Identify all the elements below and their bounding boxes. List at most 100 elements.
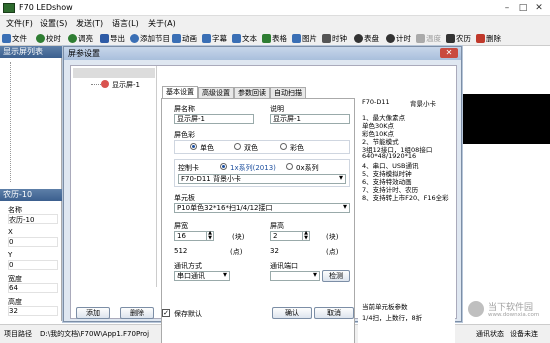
comm-mode-select[interactable]: 串口通讯 bbox=[174, 271, 230, 281]
toolbar-picture-button[interactable]: 图片 bbox=[292, 32, 317, 44]
toolbar-file-button[interactable]: 文件 bbox=[2, 32, 27, 44]
description-input[interactable]: 显示屏-1 bbox=[270, 114, 350, 124]
title-bar: F70 LEDshow – □ ✕ bbox=[0, 0, 550, 16]
save-default-label: 保存默认 bbox=[174, 310, 202, 318]
screen-name-label: 屏名称 bbox=[174, 105, 195, 113]
width-unit: (块) bbox=[232, 233, 245, 241]
color-dual-label: 双色 bbox=[244, 144, 258, 152]
add-program-icon bbox=[130, 33, 139, 43]
watermark-logo-icon bbox=[468, 301, 484, 317]
series-0x-label: 0x系列 bbox=[296, 164, 319, 172]
color-full-label: 彩色 bbox=[290, 144, 304, 152]
prop-y-field[interactable]: 0 bbox=[8, 260, 58, 270]
tab-param-readback[interactable]: 参数回读 bbox=[234, 87, 270, 98]
toolbar-dial-button[interactable]: 表盘 bbox=[354, 32, 379, 44]
width-spinner[interactable]: ▲ ▼ bbox=[206, 231, 213, 241]
picture-icon bbox=[292, 33, 301, 43]
device-status: 设备未连 bbox=[510, 330, 538, 338]
close-window-button[interactable]: ✕ bbox=[532, 2, 546, 14]
clock-icon bbox=[322, 33, 331, 43]
series-0x-radio[interactable] bbox=[286, 163, 293, 170]
screen-list-panel: 显示屏列表 bbox=[0, 46, 62, 189]
app-title: F70 LEDshow bbox=[19, 3, 73, 12]
menu-settings[interactable]: 设置(S) bbox=[40, 18, 67, 29]
toolbar-temperature-button[interactable]: 温度 bbox=[416, 32, 441, 44]
save-default-checkbox[interactable]: ✓ bbox=[162, 309, 170, 317]
unit-board-select[interactable]: P10单色32*16*扫1/4/12接口 bbox=[174, 203, 350, 213]
add-screen-button[interactable]: 添加 bbox=[76, 307, 110, 319]
toolbar-add-program-button[interactable]: 添加节目 bbox=[130, 32, 170, 44]
toolbar-delete-button[interactable]: 删除 bbox=[476, 32, 501, 44]
toolbar-export-button[interactable]: 导出 bbox=[100, 32, 125, 44]
toolbar-table-button[interactable]: 表格 bbox=[262, 32, 287, 44]
toolbar-animation-button[interactable]: 动画 bbox=[172, 32, 197, 44]
desc-model: F70-D11 bbox=[362, 98, 390, 106]
text-icon bbox=[232, 33, 241, 43]
timer-icon bbox=[386, 33, 395, 43]
unit-params-value: 1/4扫，上数行，8折 bbox=[362, 314, 423, 322]
toolbar-timer-button[interactable]: 计时 bbox=[386, 32, 411, 44]
screen-params-dialog: 屏参设置 ✕ 显示屏-1 基本设置 高级设置 参数回读 自动扫描 屏名称 显示屏… bbox=[63, 46, 462, 343]
menu-bar: 文件(F) 设置(S) 发送(T) 语言(L) 关于(A) bbox=[0, 16, 550, 30]
screen-name-input[interactable]: 显示屏-1 bbox=[174, 114, 254, 124]
project-path: D:\我的文档\F70W\App1.F70Proj bbox=[40, 330, 150, 338]
toolbar-subtitle-button[interactable]: 字幕 bbox=[202, 32, 227, 44]
menu-language[interactable]: 语言(L) bbox=[112, 18, 139, 29]
maximize-button[interactable]: □ bbox=[516, 2, 530, 14]
tab-basic-settings[interactable]: 基本设置 bbox=[162, 86, 198, 98]
properties-panel: 名称 农历-10 X 0 Y 0 宽度 64 高度 32 bbox=[0, 201, 62, 321]
delete-screen-button[interactable]: 删除 bbox=[120, 307, 154, 319]
properties-title: 农历-10 bbox=[0, 189, 62, 201]
series-1x-radio[interactable] bbox=[220, 163, 227, 170]
color-dual-radio[interactable] bbox=[234, 143, 241, 150]
unit-params-label: 当前单元板参数 bbox=[362, 303, 408, 311]
tab-advanced-settings[interactable]: 高级设置 bbox=[198, 87, 234, 98]
ok-button[interactable]: 确认 bbox=[272, 307, 312, 319]
screen-icon bbox=[101, 80, 109, 88]
comm-status-label: 通讯状态 bbox=[476, 330, 504, 338]
height-pixel-unit: (点) bbox=[326, 248, 339, 256]
tab-auto-scan[interactable]: 自动扫描 bbox=[270, 87, 306, 98]
menu-send[interactable]: 发送(T) bbox=[76, 18, 103, 29]
project-path-label: 项目路径 bbox=[4, 330, 32, 338]
height-spinner[interactable]: ▲ ▼ bbox=[302, 231, 309, 241]
detect-button[interactable]: 检测 bbox=[322, 270, 350, 282]
toolbar-clock-button[interactable]: 时钟 bbox=[322, 32, 347, 44]
tree-item-screen-1[interactable]: 显示屏-1 bbox=[112, 80, 140, 90]
prop-name-field[interactable]: 农历-10 bbox=[8, 214, 58, 224]
toolbar: 文件 校时 调亮 导出 添加节目 动画 字幕 文本 表格 图片 时钟 表盘 计时… bbox=[0, 30, 550, 46]
menu-about[interactable]: 关于(A) bbox=[148, 18, 176, 29]
width-pixel-unit: (点) bbox=[230, 248, 243, 256]
prop-x-field[interactable]: 0 bbox=[8, 237, 58, 247]
clock-sync-icon bbox=[36, 33, 45, 43]
led-preview bbox=[455, 94, 550, 144]
color-full-radio[interactable] bbox=[280, 143, 287, 150]
delete-icon bbox=[476, 33, 485, 43]
toolbar-text-button[interactable]: 文本 bbox=[232, 32, 257, 44]
cancel-button[interactable]: 取消 bbox=[314, 307, 354, 319]
dialog-close-button[interactable]: ✕ bbox=[440, 48, 458, 58]
comm-port-select[interactable] bbox=[270, 271, 320, 281]
unit-board-label: 单元板 bbox=[174, 194, 195, 202]
width-pixels: 512 bbox=[174, 247, 188, 255]
minimize-button[interactable]: – bbox=[500, 2, 514, 14]
toolbar-brightness-button[interactable]: 调亮 bbox=[68, 32, 93, 44]
prop-height-field[interactable]: 32 bbox=[8, 306, 58, 316]
toolbar-lunar-button[interactable]: 农历 bbox=[446, 32, 471, 44]
series-1x-label: 1x系列(2013) bbox=[230, 164, 276, 172]
brightness-icon bbox=[68, 33, 77, 43]
controller-select[interactable]: F70-D11 背景小卡 bbox=[178, 174, 346, 184]
description-label: 说明 bbox=[270, 105, 284, 113]
comm-port-label: 通讯端口 bbox=[270, 262, 298, 270]
height-pixels: 32 bbox=[270, 247, 279, 255]
screen-tree[interactable] bbox=[10, 62, 54, 182]
toolbar-sync-time-button[interactable]: 校时 bbox=[36, 32, 61, 44]
temperature-icon bbox=[416, 33, 425, 43]
prop-width-field[interactable]: 64 bbox=[8, 283, 58, 293]
color-mono-radio[interactable] bbox=[190, 143, 197, 150]
menu-file[interactable]: 文件(F) bbox=[6, 18, 33, 29]
screen-tree-pane: 显示屏-1 bbox=[71, 66, 157, 287]
dial-icon bbox=[354, 33, 363, 43]
prop-x-label: X bbox=[8, 228, 13, 236]
height-unit: (块) bbox=[326, 233, 339, 241]
